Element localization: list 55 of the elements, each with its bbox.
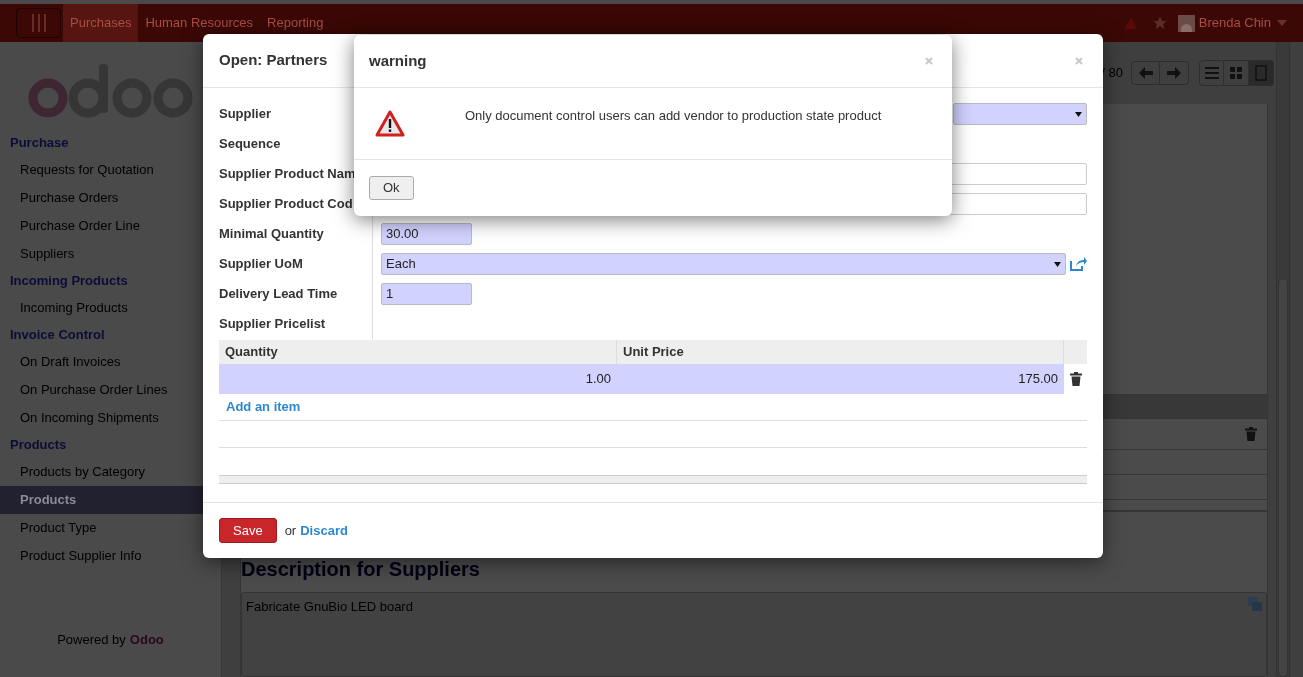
- odoo-link[interactable]: Odoo: [129, 629, 164, 649]
- powered-by-text: Powered by: [57, 630, 126, 649]
- or-text: or: [284, 521, 297, 540]
- warning-message: Only document control users can add vendor to production state product: [465, 107, 882, 125]
- top-menu-item[interactable]: Purchases: [63, 4, 139, 42]
- arrow-left-icon: [1138, 67, 1153, 79]
- save-button[interactable]: Save: [219, 518, 277, 543]
- select-field[interactable]: Each: [381, 253, 1066, 275]
- star-icon[interactable]: [1151, 15, 1168, 31]
- input-field[interactable]: 30.00: [381, 223, 472, 245]
- ok-button[interactable]: Ok: [369, 176, 414, 200]
- avatar-icon: [1177, 14, 1195, 32]
- external-link-icon[interactable]: [1070, 257, 1087, 271]
- close-icon: [925, 57, 933, 65]
- input-field[interactable]: 1: [381, 283, 472, 305]
- page-icon: [1255, 65, 1267, 81]
- discard-link[interactable]: Discard: [300, 520, 348, 541]
- select-value: Each: [386, 255, 416, 274]
- trash-icon[interactable]: [1069, 372, 1082, 386]
- warning-title: warning: [369, 50, 427, 71]
- caret-icon: [1075, 111, 1082, 117]
- close-icon: [1075, 56, 1083, 65]
- description-text: Fabricate GnuBio LED board: [246, 598, 413, 616]
- sidebar-section-title: Purchase: [9, 134, 70, 153]
- field-label: Supplier Product Cod: [219, 195, 353, 214]
- grid-icon: [1230, 67, 1242, 79]
- description-field[interactable]: Fabricate GnuBio LED board: [241, 592, 1267, 677]
- field-label: Supplier: [219, 105, 271, 124]
- sidebar-section-title: Products: [9, 436, 68, 455]
- field-label: Supplier UoM: [219, 255, 303, 274]
- table-cell: 175.00: [617, 364, 1064, 394]
- next-button[interactable]: [1160, 61, 1189, 85]
- field-label: Supplier Pricelist: [219, 315, 326, 334]
- field-label: Sequence: [219, 135, 281, 154]
- add-item-link[interactable]: Add an item: [226, 397, 301, 417]
- list-icon: [1204, 67, 1219, 79]
- table-row[interactable]: 1.00 175.00: [219, 364, 1087, 394]
- select-field[interactable]: [953, 103, 1087, 125]
- field-label: Supplier Product Nam: [219, 165, 356, 184]
- previous-button[interactable]: [1131, 61, 1160, 85]
- field-label: Minimal Quantity: [219, 225, 324, 244]
- table-cell: 1.00: [219, 364, 617, 394]
- arrow-right-icon: [1167, 67, 1181, 79]
- view-switch-button[interactable]: [1249, 60, 1274, 86]
- dialog-title: Open: Partners: [219, 50, 328, 71]
- field-label: Delivery Lead Time: [219, 285, 338, 304]
- section-heading: Description for Suppliers: [241, 557, 481, 582]
- warning-icon: [375, 110, 405, 137]
- caret-icon[interactable]: [1277, 20, 1287, 26]
- sidebar-section-title: Invoice Control: [9, 326, 106, 345]
- sidebar-section-title: Incoming Products: [9, 272, 129, 291]
- view-switch-button[interactable]: [1199, 60, 1224, 86]
- caret-icon: [1054, 261, 1061, 267]
- user-name[interactable]: Brenda Chin: [1198, 13, 1271, 33]
- apps-menu-button[interactable]: [16, 8, 61, 38]
